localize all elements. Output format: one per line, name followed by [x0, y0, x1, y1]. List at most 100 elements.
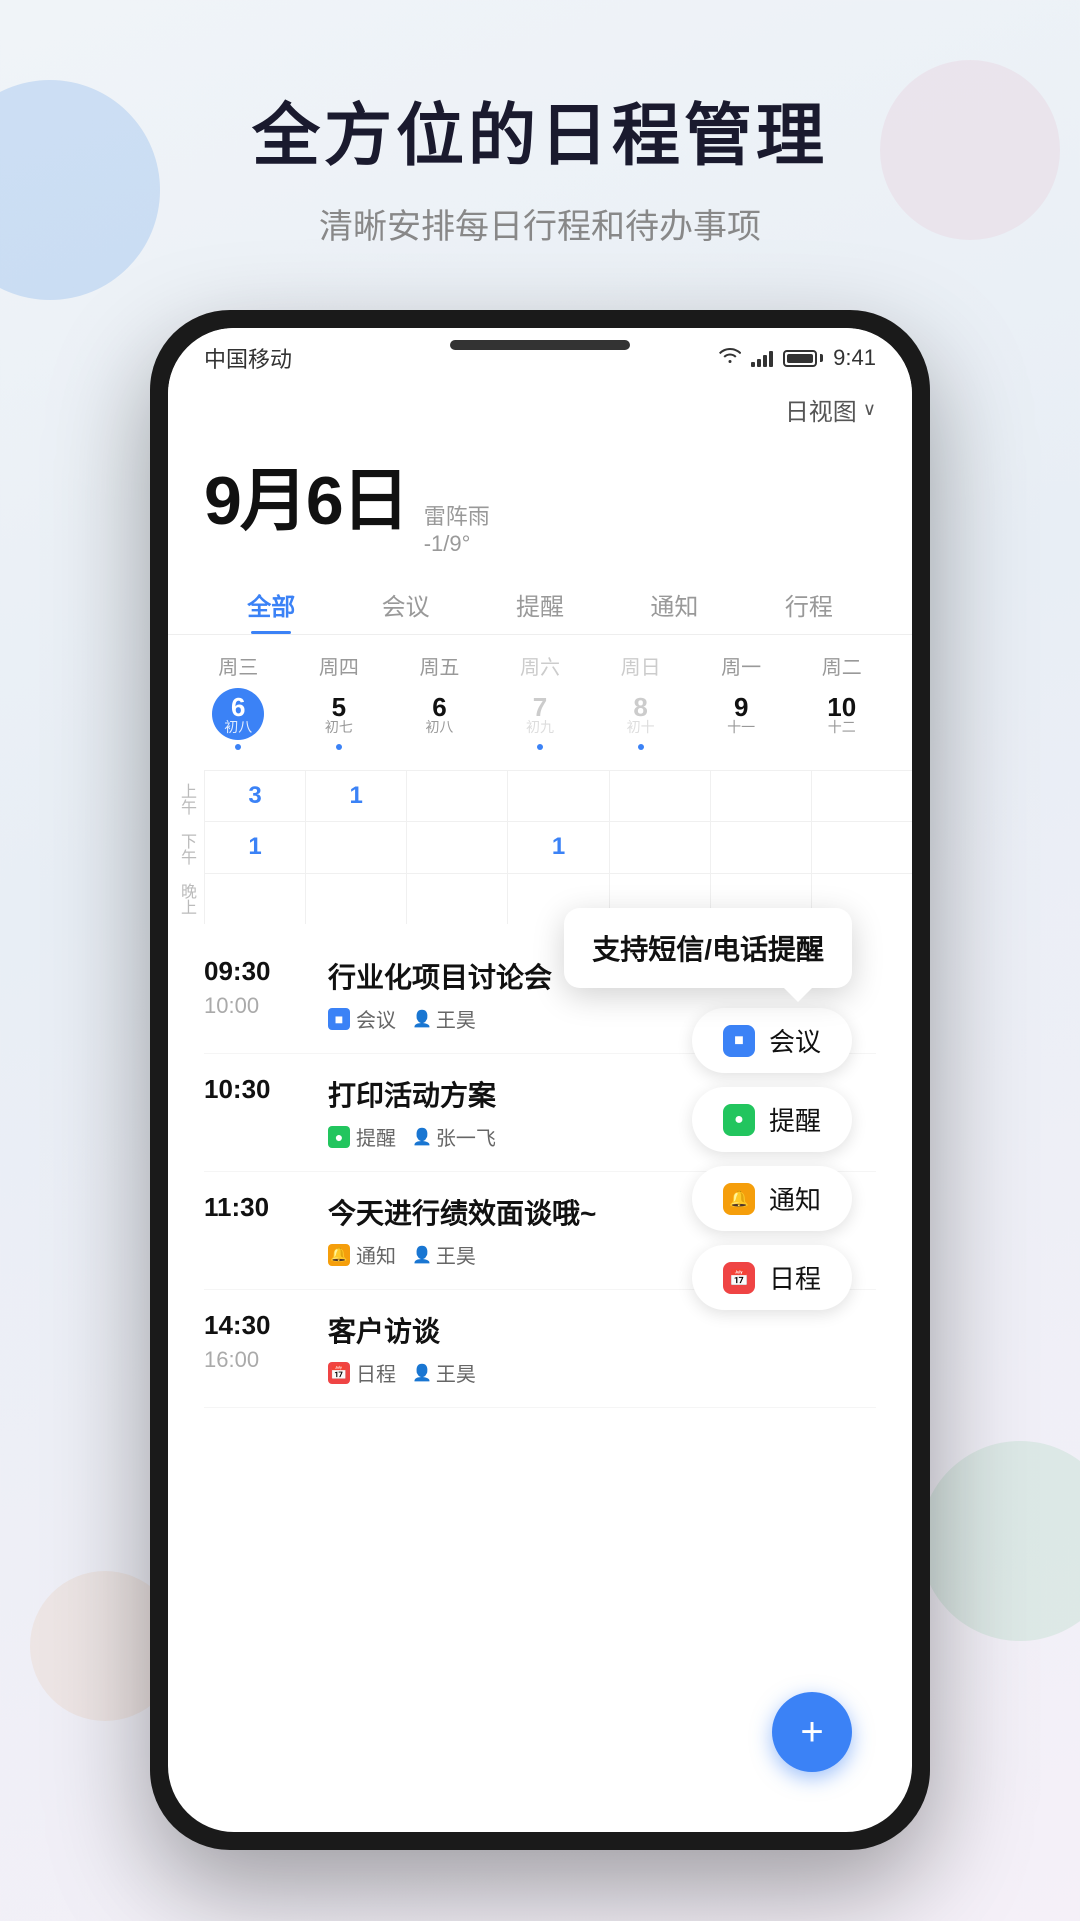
wifi-icon	[719, 346, 741, 370]
meeting-label: 会议	[356, 1004, 396, 1033]
grid-cell-pm-6	[811, 821, 912, 872]
week-day-mon[interactable]: 周一 9 十一	[691, 651, 792, 750]
phone-notch	[450, 340, 630, 350]
header-section: 全方位的日程管理 清晰安排每日行程和待办事项	[0, 80, 1080, 248]
grid-cell-am-4	[609, 770, 710, 821]
grid-col-0: 3 1	[204, 770, 305, 924]
weather-info: 雷阵雨 -1/9°	[424, 499, 490, 557]
chevron-down-icon: ∨	[863, 399, 876, 420]
day-name-mon: 周一	[691, 651, 792, 680]
grid-col-2	[406, 770, 507, 924]
fab-add-button[interactable]: +	[772, 1692, 852, 1772]
time-label-pm: 下午	[174, 824, 198, 874]
action-btn-notice[interactable]: 🔔 通知	[692, 1166, 852, 1231]
day-num-wed: 6 初八	[212, 688, 264, 740]
grid-cell-am-2	[406, 770, 507, 821]
grid-col-1: 1	[305, 770, 406, 924]
action-btn-reminder[interactable]: ● 提醒	[692, 1087, 852, 1152]
event-start-4: 14:30	[204, 1310, 304, 1341]
phone-shell: 中国移动	[150, 310, 930, 1850]
view-selector[interactable]: 日视图 ∨	[168, 384, 912, 435]
event-start-1: 09:30	[204, 956, 304, 987]
day-dot-thu	[336, 744, 342, 750]
carrier-label: 中国移动	[204, 342, 292, 374]
grid-cell-pm-1	[305, 821, 406, 872]
grid-col-6	[811, 770, 912, 924]
person-name-2: 张一飞	[436, 1122, 496, 1151]
grid-cell-am-5	[710, 770, 811, 821]
date-header: 9月6日 雷阵雨 -1/9°	[168, 435, 912, 573]
event-person-2: 👤 张一飞	[412, 1122, 496, 1151]
day-num-thu: 5 初七	[313, 688, 365, 740]
event-type-schedule: 📅 日程	[328, 1358, 396, 1387]
notice-icon: 🔔	[328, 1244, 350, 1266]
event-start-3: 11:30	[204, 1192, 304, 1223]
day-name-tue: 周二	[791, 651, 892, 680]
action-reminder-label: 提醒	[769, 1101, 821, 1138]
tab-notice[interactable]: 通知	[607, 573, 741, 634]
tab-meeting[interactable]: 会议	[338, 573, 472, 634]
action-btn-meeting[interactable]: ■ 会议	[692, 1008, 852, 1073]
action-btn-schedule[interactable]: 📅 日程	[692, 1245, 852, 1310]
reminder-label: 提醒	[356, 1122, 396, 1151]
day-name-sat: 周六	[490, 651, 591, 680]
phone-mockup: 中国移动	[150, 310, 930, 1850]
view-mode-button[interactable]: 日视图 ∨	[785, 392, 876, 427]
day-num-sun: 8 初十	[615, 688, 667, 740]
event-type-reminder: ● 提醒	[328, 1122, 396, 1151]
day-dot-fri	[436, 744, 442, 750]
event-times-4: 14:30 16:00	[204, 1310, 304, 1373]
day-num-mon: 9 十一	[715, 688, 767, 740]
week-day-sat[interactable]: 周六 7 初九	[490, 651, 591, 750]
day-name-wed: 周三	[188, 651, 289, 680]
tab-schedule[interactable]: 行程	[742, 573, 876, 634]
week-day-wed[interactable]: 周三 6 初八	[188, 651, 289, 750]
person-name-1: 王昊	[436, 1004, 476, 1033]
grid-cell-am-0: 3	[204, 770, 305, 821]
status-time: 9:41	[833, 345, 876, 371]
action-schedule-icon: 📅	[723, 1262, 755, 1294]
action-reminder-icon: ●	[723, 1104, 755, 1136]
grid-cell-am-1: 1	[305, 770, 406, 821]
time-labels: 上午 下午 晚上	[168, 770, 204, 924]
grid-cell-pm-2	[406, 821, 507, 872]
battery-icon	[783, 350, 823, 367]
week-day-fri[interactable]: 周五 6 初八	[389, 651, 490, 750]
event-type-meeting: ■ 会议	[328, 1004, 396, 1033]
day-name-thu: 周四	[289, 651, 390, 680]
action-schedule-label: 日程	[769, 1259, 821, 1296]
tab-reminder[interactable]: 提醒	[473, 573, 607, 634]
event-end-1: 10:00	[204, 993, 304, 1019]
action-meeting-label: 会议	[769, 1022, 821, 1059]
schedule-icon: 📅	[328, 1362, 350, 1384]
tooltip-text: 支持短信/电话提醒	[592, 934, 824, 965]
grid-cell-pm-4	[609, 821, 710, 872]
date-display: 9月6日	[204, 445, 408, 544]
action-meeting-icon: ■	[723, 1025, 755, 1057]
grid-cells: 3 1 1	[204, 770, 912, 924]
day-num-sat: 7 初九	[514, 688, 566, 740]
tab-all[interactable]: 全部	[204, 573, 338, 634]
event-details-4: 客户访谈 📅 日程 👤 王昊	[328, 1310, 876, 1387]
week-day-tue[interactable]: 周二 10 十二	[791, 651, 892, 750]
grid-cell-pm-3: 1	[507, 821, 608, 872]
grid-cell-night-1	[305, 873, 406, 924]
event-times-1: 09:30 10:00	[204, 956, 304, 1019]
event-person-1: 👤 王昊	[412, 1004, 476, 1033]
notice-label: 通知	[356, 1240, 396, 1269]
grid-cell-pm-0: 1	[204, 821, 305, 872]
header-subtitle: 清晰安排每日行程和待办事项	[0, 199, 1080, 248]
week-day-sun[interactable]: 周日 8 初十	[590, 651, 691, 750]
schedule-label: 日程	[356, 1358, 396, 1387]
event-times-2: 10:30	[204, 1074, 304, 1111]
event-start-2: 10:30	[204, 1074, 304, 1105]
week-day-thu[interactable]: 周四 5 初七	[289, 651, 390, 750]
reminder-icon: ●	[328, 1126, 350, 1148]
time-label-am: 上午	[174, 774, 198, 824]
event-type-notice: 🔔 通知	[328, 1240, 396, 1269]
day-name-fri: 周五	[389, 651, 490, 680]
weather-temp: -1/9°	[424, 531, 490, 557]
grid-cell-night-0	[204, 873, 305, 924]
header-title: 全方位的日程管理	[0, 80, 1080, 179]
event-meta-4: 📅 日程 👤 王昊	[328, 1358, 876, 1387]
